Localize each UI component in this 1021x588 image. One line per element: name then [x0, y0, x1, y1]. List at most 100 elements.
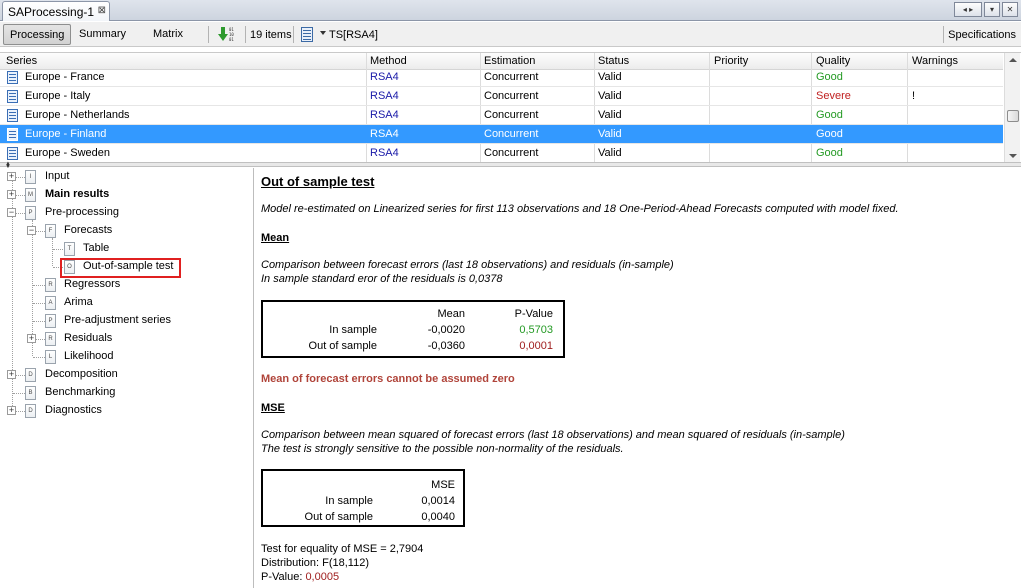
tab-matrix[interactable]: Matrix — [147, 24, 189, 45]
ts-selector[interactable]: TS[RSA4] — [329, 29, 378, 41]
close-icon[interactable]: ⊠ — [98, 5, 106, 16]
tab-processing[interactable]: Processing — [3, 24, 72, 45]
mean-table-header-mean: Mean — [437, 308, 465, 320]
tree-node-main-results[interactable]: + M Main results — [0, 186, 250, 204]
expand-icon[interactable]: + — [27, 334, 36, 343]
expand-icon[interactable]: + — [7, 172, 16, 181]
cell-method: RSA4 — [370, 147, 399, 159]
mean-description-line2: In sample standard eror of the residuals… — [261, 273, 503, 285]
chevron-down-icon[interactable]: ▾ — [984, 2, 1000, 17]
table-row[interactable]: Europe - Sweden RSA4 Concurrent Valid Go… — [0, 144, 1003, 163]
mean-description-line1: Comparison between forecast errors (last… — [261, 259, 674, 271]
column-header-method[interactable]: Method — [370, 55, 407, 67]
collapse-icon[interactable]: − — [7, 208, 16, 217]
expand-icon[interactable]: + — [7, 190, 16, 199]
main-results-node-icon: M — [25, 188, 36, 202]
cell-quality: Good — [816, 109, 843, 121]
mean-table: Mean P-Value In sample -0,0020 0,5703 Ou… — [261, 300, 565, 358]
tree-node-table[interactable]: T Table — [0, 240, 250, 258]
expand-icon[interactable]: + — [7, 370, 16, 379]
close-window-icon[interactable]: ✕ — [1002, 2, 1018, 17]
mean-table-cell: -0,0020 — [427, 324, 465, 336]
specifications-button[interactable]: Specifications — [948, 29, 1016, 41]
pre-processing-node-icon: P — [25, 206, 36, 220]
tab-summary[interactable]: Summary — [73, 24, 132, 45]
scroll-down-icon[interactable] — [1009, 154, 1017, 158]
mse-pvalue-value: 0,0005 — [305, 571, 340, 583]
benchmarking-node-icon: B — [25, 386, 36, 400]
tree-label: Regressors — [64, 278, 121, 290]
table-row[interactable]: Europe - Netherlands RSA4 Concurrent Val… — [0, 106, 1003, 125]
tree-node-pre-processing[interactable]: − P Pre-processing — [0, 204, 250, 222]
cell-quality: Good — [816, 128, 843, 140]
tree-label: Arima — [64, 296, 93, 308]
column-header-quality[interactable]: Quality — [816, 55, 850, 67]
scroll-up-icon[interactable] — [1009, 58, 1017, 62]
column-header-status[interactable]: Status — [598, 55, 629, 67]
tree-label: Residuals — [64, 332, 113, 344]
tree-node-arima[interactable]: A Arima — [0, 294, 250, 312]
mean-table-cell: -0,0360 — [427, 340, 465, 352]
tree-node-residuals[interactable]: + R Residuals — [0, 330, 250, 348]
report-pane: Out of sample test Model re-estimated on… — [256, 168, 1021, 588]
cell-quality: Good — [816, 147, 843, 159]
tree-node-input[interactable]: + I Input — [0, 168, 250, 186]
panel-splitter[interactable]: ▲ ▼ — [0, 161, 1021, 170]
cell-method: RSA4 — [370, 109, 399, 121]
toolbar-separator — [293, 26, 294, 43]
dropdown-arrow-icon[interactable] — [320, 31, 326, 35]
expand-icon[interactable]: + — [7, 406, 16, 415]
mse-table-cell: 0,0014 — [421, 495, 455, 507]
tree-node-likelihood[interactable]: L Likelihood — [0, 348, 250, 366]
tree-node-pre-adjustment-series[interactable]: P Pre-adjustment series — [0, 312, 250, 330]
table-row-selected[interactable]: Europe - Finland RSA4 Concurrent Valid G… — [0, 125, 1003, 144]
tree-node-benchmarking[interactable]: B Benchmarking — [0, 384, 250, 402]
tree-label: Table — [83, 242, 110, 254]
tree-node-diagnostics[interactable]: + D Diagnostics — [0, 402, 250, 420]
mse-table: MSE In sample 0,0014 Out of sample 0,004… — [261, 469, 465, 527]
cell-quality: Good — [816, 71, 843, 83]
mse-pvalue-line: P-Value: 0,0005 — [261, 571, 339, 583]
column-header-estimation[interactable]: Estimation — [484, 55, 535, 67]
toolbar-separator — [245, 26, 246, 43]
window-controls: ◂ ▸ ▾ ✕ — [954, 2, 1018, 17]
table-node-icon: T — [64, 242, 75, 256]
document-icon[interactable] — [301, 27, 313, 42]
regressors-node-icon: R — [45, 278, 56, 292]
cell-status: Valid — [598, 71, 622, 83]
tree-node-forecasts[interactable]: − F Forecasts — [0, 222, 250, 240]
tab-saprocessing[interactable]: SAProcessing-1 ⊠ — [2, 1, 110, 21]
scroll-thumb[interactable] — [1007, 110, 1019, 122]
cell-status: Valid — [598, 128, 622, 140]
cell-method: RSA4 — [370, 71, 399, 83]
mse-distribution: Distribution: F(18,112) — [261, 557, 370, 569]
mean-table-row-label: Out of sample — [308, 340, 377, 352]
decomposition-node-icon: D — [25, 368, 36, 382]
tree-label: Forecasts — [64, 224, 113, 236]
mse-table-row-label: In sample — [325, 495, 373, 507]
tree-label: Likelihood — [64, 350, 114, 362]
vertical-scrollbar[interactable] — [1004, 53, 1020, 163]
tree-node-regressors[interactable]: R Regressors — [0, 276, 250, 294]
tree-node-decomposition[interactable]: + D Decomposition — [0, 366, 250, 384]
series-icon — [7, 128, 18, 141]
column-header-priority[interactable]: Priority — [714, 55, 748, 67]
tab-scroll-arrows-icon[interactable]: ◂ ▸ — [954, 2, 982, 17]
download-binary-icon[interactable]: 01 10 01 — [218, 26, 234, 42]
cell-status: Valid — [598, 90, 622, 102]
tab-title: SAProcessing-1 — [8, 5, 95, 19]
input-node-icon: I — [25, 170, 36, 184]
cell-estimation: Concurrent — [484, 71, 539, 83]
mse-test-statistic: Test for equality of MSE = 2,7904 — [261, 543, 424, 555]
column-header-warnings[interactable]: Warnings — [912, 55, 958, 67]
cell-method: RSA4 — [370, 90, 399, 102]
collapse-icon[interactable]: − — [27, 226, 36, 235]
column-header-series[interactable]: Series — [6, 55, 37, 67]
results-tree: + I Input + M Main results − P Pre-proce… — [0, 168, 254, 588]
cell-warnings: ! — [912, 90, 916, 102]
table-row[interactable]: Europe - France RSA4 Concurrent Valid Go… — [0, 68, 1003, 87]
mse-table-row-label: Out of sample — [304, 511, 373, 523]
table-row[interactable]: Europe - Italy RSA4 Concurrent Valid Sev… — [0, 87, 1003, 106]
tree-label: Pre-adjustment series — [64, 314, 171, 326]
mse-pvalue-label: P-Value: — [261, 571, 306, 583]
